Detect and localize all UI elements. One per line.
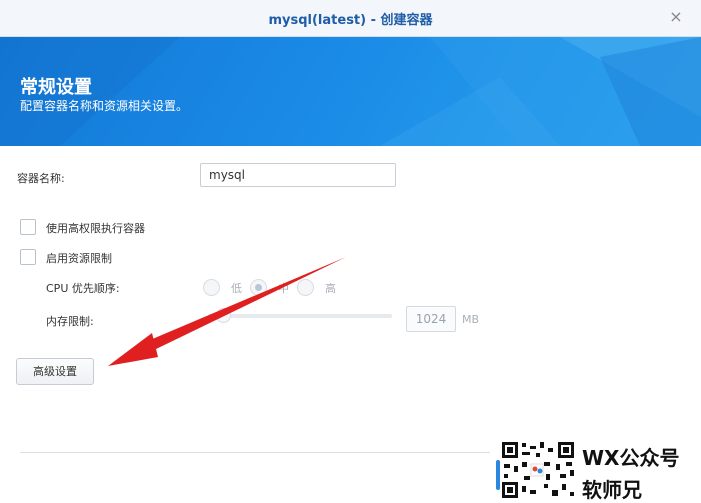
memory-unit-label: MB	[462, 313, 480, 326]
cpu-high-label: 高	[325, 282, 336, 295]
cpu-low-label: 低	[231, 282, 242, 295]
advanced-settings-button[interactable]: 高级设置	[16, 358, 94, 385]
section-title: 常规设置	[20, 77, 92, 98]
qr-code-icon	[500, 440, 578, 500]
cpu-low-radio[interactable]	[203, 279, 220, 296]
watermark-line1: WX公众号	[582, 446, 680, 470]
resource-limit-label: 启用资源限制	[46, 252, 112, 265]
container-name-input[interactable]	[200, 163, 396, 187]
watermark: WX公众号 软师兄	[500, 440, 701, 502]
cpu-high-radio[interactable]	[297, 279, 314, 296]
container-name-label: 容器名称:	[17, 172, 65, 185]
memory-limit-label: 内存限制:	[46, 315, 94, 328]
window-title: mysql(latest) - 创建容器	[268, 13, 433, 28]
window-titlebar: mysql(latest) - 创建容器 ×	[0, 0, 701, 37]
cpu-medium-radio[interactable]	[250, 279, 267, 296]
banner-decoration	[0, 37, 701, 146]
close-icon[interactable]: ×	[667, 8, 685, 26]
memory-value-input[interactable]	[406, 306, 456, 332]
header-banner: 常规设置 配置容器名称和资源相关设置。	[0, 37, 701, 146]
cpu-priority-label: CPU 优先顺序:	[46, 282, 120, 295]
watermark-line2: 软师兄	[582, 478, 642, 502]
resource-limit-checkbox[interactable]	[20, 249, 36, 265]
memory-slider-handle[interactable]	[216, 308, 231, 323]
privileged-checkbox[interactable]	[20, 219, 36, 235]
privileged-label: 使用高权限执行容器	[46, 222, 145, 235]
section-subtitle: 配置容器名称和资源相关设置。	[20, 99, 189, 113]
cpu-medium-label: 中	[278, 282, 289, 295]
memory-slider-track[interactable]	[208, 314, 392, 318]
footer-divider	[20, 452, 490, 453]
